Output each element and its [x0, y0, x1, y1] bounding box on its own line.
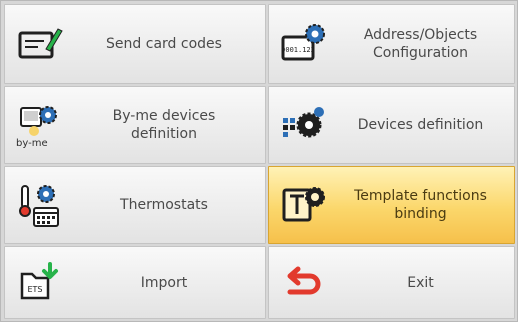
template-gear-icon — [277, 179, 329, 231]
send-card-codes-label: Send card codes — [106, 36, 222, 52]
devices-definition-label: Devices definition — [357, 117, 484, 133]
address-objects-configuration-label: Address/Objects Configuration — [363, 27, 478, 61]
byme-devices-definition-button[interactable]: by-me By-me devices definition — [4, 86, 266, 164]
exit-button[interactable]: Exit — [268, 246, 515, 319]
ets-import-arrow-icon: ETS — [13, 257, 65, 309]
svg-text:0001.123: 0001.123 — [281, 46, 315, 54]
byme-device-gear-icon: by-me — [13, 99, 65, 151]
send-card-codes-button[interactable]: Send card codes — [4, 4, 266, 84]
thermometer-calendar-gear-icon — [13, 179, 65, 231]
thermostats-label: Thermostats — [120, 197, 208, 213]
thermostats-button[interactable]: Thermostats — [4, 166, 266, 244]
exit-arrow-icon — [277, 257, 329, 309]
card-with-pen-icon — [13, 18, 65, 70]
import-button[interactable]: ETS Import — [4, 246, 266, 319]
template-functions-binding-button[interactable]: Template functions binding — [268, 166, 515, 244]
svg-text:by-me: by-me — [16, 138, 48, 149]
import-label: Import — [140, 274, 188, 291]
svg-text:ETS: ETS — [27, 285, 42, 294]
address-objects-configuration-button[interactable]: 0001.123 Address/Objects Configuration — [268, 4, 515, 84]
devices-gear-icon — [277, 99, 329, 151]
byme-devices-definition-label: By-me devices definition — [112, 108, 216, 142]
exit-label: Exit — [407, 274, 434, 291]
main-menu-grid: Send card codes 0001.123 Address/Objects… — [0, 0, 518, 322]
address-display-gear-icon: 0001.123 — [277, 18, 329, 70]
template-functions-binding-label: Template functions binding — [354, 188, 487, 222]
devices-definition-button[interactable]: Devices definition — [268, 86, 515, 164]
